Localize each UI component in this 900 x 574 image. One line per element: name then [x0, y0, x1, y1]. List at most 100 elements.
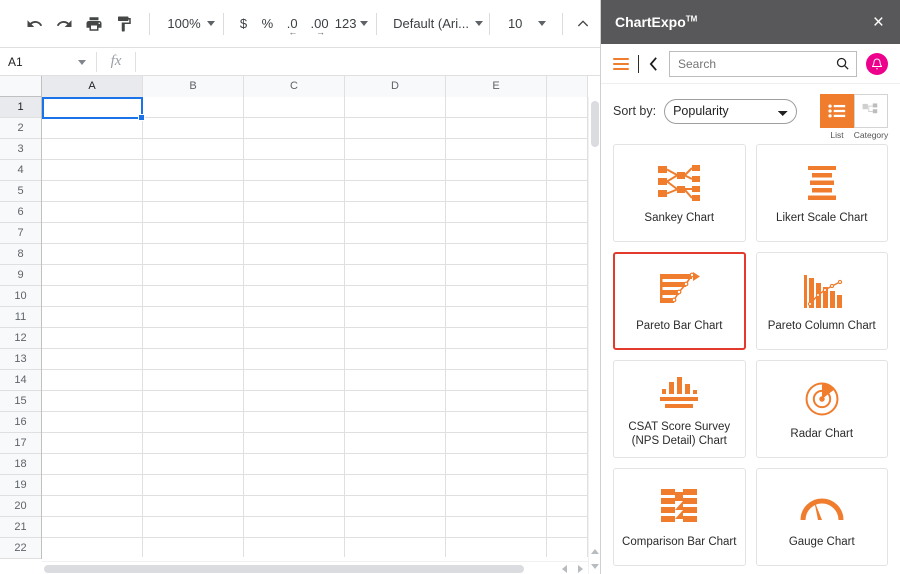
cell-D17[interactable]	[345, 433, 446, 454]
cell-B17[interactable]	[143, 433, 244, 454]
row-header-10[interactable]: 10	[0, 286, 41, 307]
name-box[interactable]: A1	[0, 48, 96, 76]
row-header-7[interactable]: 7	[0, 223, 41, 244]
chart-card-gauge-chart[interactable]: Gauge Chart	[755, 468, 888, 566]
cell-A10[interactable]	[42, 286, 143, 307]
increase-decimal-button[interactable]: .00 →	[305, 10, 334, 38]
row-header-11[interactable]: 11	[0, 307, 41, 328]
cell-D12[interactable]	[345, 328, 446, 349]
cell-A21[interactable]	[42, 517, 143, 538]
cell-C3[interactable]	[244, 139, 345, 160]
cell-x2[interactable]	[547, 118, 588, 139]
cell-E12[interactable]	[446, 328, 547, 349]
cell-D3[interactable]	[345, 139, 446, 160]
row-header-18[interactable]: 18	[0, 454, 41, 475]
redo-icon[interactable]	[52, 9, 78, 39]
scroll-left-arrow-icon[interactable]	[558, 562, 570, 574]
cell-B15[interactable]	[143, 391, 244, 412]
row-header-4[interactable]: 4	[0, 160, 41, 181]
cell-C7[interactable]	[244, 223, 345, 244]
cell-B14[interactable]	[143, 370, 244, 391]
cell-x13[interactable]	[547, 349, 588, 370]
cell-E17[interactable]	[446, 433, 547, 454]
cell-B6[interactable]	[143, 202, 244, 223]
column-header-d[interactable]: D	[345, 76, 446, 97]
cell-E13[interactable]	[446, 349, 547, 370]
currency-format-button[interactable]: $	[232, 10, 256, 38]
cell-E9[interactable]	[446, 265, 547, 286]
font-size-control[interactable]: 10	[498, 10, 554, 38]
cell-D10[interactable]	[345, 286, 446, 307]
function-icon[interactable]: fx	[97, 53, 135, 70]
cell-D11[interactable]	[345, 307, 446, 328]
cell-E2[interactable]	[446, 118, 547, 139]
cell-B2[interactable]	[143, 118, 244, 139]
cell-x14[interactable]	[547, 370, 588, 391]
chart-card-radar-chart[interactable]: Radar Chart	[755, 360, 888, 458]
cell-A16[interactable]	[42, 412, 143, 433]
cell-D15[interactable]	[345, 391, 446, 412]
cell-x12[interactable]	[547, 328, 588, 349]
row-header-17[interactable]: 17	[0, 433, 41, 454]
select-all-corner[interactable]	[0, 76, 42, 97]
cell-C15[interactable]	[244, 391, 345, 412]
column-header-e[interactable]: E	[446, 76, 547, 97]
cell-A3[interactable]	[42, 139, 143, 160]
cell-D21[interactable]	[345, 517, 446, 538]
chart-card-pareto-column-chart[interactable]: Pareto Column Chart	[755, 252, 888, 350]
row-header-3[interactable]: 3	[0, 139, 41, 160]
cell-A18[interactable]	[42, 454, 143, 475]
cell-E10[interactable]	[446, 286, 547, 307]
row-header-6[interactable]: 6	[0, 202, 41, 223]
cell-D13[interactable]	[345, 349, 446, 370]
cell-C4[interactable]	[244, 160, 345, 181]
cell-D5[interactable]	[345, 181, 446, 202]
cell-A15[interactable]	[42, 391, 143, 412]
cell-A20[interactable]	[42, 496, 143, 517]
cell-A14[interactable]	[42, 370, 143, 391]
hamburger-menu-icon[interactable]	[613, 57, 629, 70]
row-header-22[interactable]: 22	[0, 538, 41, 559]
cell-E16[interactable]	[446, 412, 547, 433]
cell-B12[interactable]	[143, 328, 244, 349]
chart-card-likert-scale-chart[interactable]: Likert Scale Chart	[755, 144, 888, 242]
close-icon[interactable]: ×	[871, 13, 886, 32]
cell-C12[interactable]	[244, 328, 345, 349]
column-header-b[interactable]: B	[143, 76, 244, 97]
cell-x6[interactable]	[547, 202, 588, 223]
row-header-15[interactable]: 15	[0, 391, 41, 412]
font-family-control[interactable]: Default (Ari...	[385, 10, 483, 38]
cell-C10[interactable]	[244, 286, 345, 307]
chevron-left-icon[interactable]	[648, 55, 660, 73]
cell-x5[interactable]	[547, 181, 588, 202]
grid-cells[interactable]	[42, 97, 588, 557]
cell-B3[interactable]	[143, 139, 244, 160]
cell-B13[interactable]	[143, 349, 244, 370]
search-field[interactable]	[668, 50, 857, 77]
row-header-1[interactable]: 1	[0, 97, 41, 118]
cell-B10[interactable]	[143, 286, 244, 307]
row-header-12[interactable]: 12	[0, 328, 41, 349]
cell-E19[interactable]	[446, 475, 547, 496]
cell-C9[interactable]	[244, 265, 345, 286]
cell-E14[interactable]	[446, 370, 547, 391]
cell-D9[interactable]	[345, 265, 446, 286]
cell-x17[interactable]	[547, 433, 588, 454]
scroll-up-arrow-icon[interactable]	[589, 545, 600, 558]
cell-x4[interactable]	[547, 160, 588, 181]
vertical-scrollbar[interactable]	[588, 97, 600, 574]
cell-A6[interactable]	[42, 202, 143, 223]
print-icon[interactable]	[81, 9, 107, 39]
cell-C2[interactable]	[244, 118, 345, 139]
cell-D2[interactable]	[345, 118, 446, 139]
cell-x16[interactable]	[547, 412, 588, 433]
cell-B21[interactable]	[143, 517, 244, 538]
chart-card-csat-score-survey-nps-detail-chart[interactable]: CSAT Score Survey (NPS Detail) Chart	[613, 360, 746, 458]
cell-B5[interactable]	[143, 181, 244, 202]
cell-D18[interactable]	[345, 454, 446, 475]
cell-D14[interactable]	[345, 370, 446, 391]
cell-C13[interactable]	[244, 349, 345, 370]
cell-E11[interactable]	[446, 307, 547, 328]
horizontal-scrollbar[interactable]	[42, 561, 588, 574]
formula-input[interactable]	[136, 48, 600, 76]
